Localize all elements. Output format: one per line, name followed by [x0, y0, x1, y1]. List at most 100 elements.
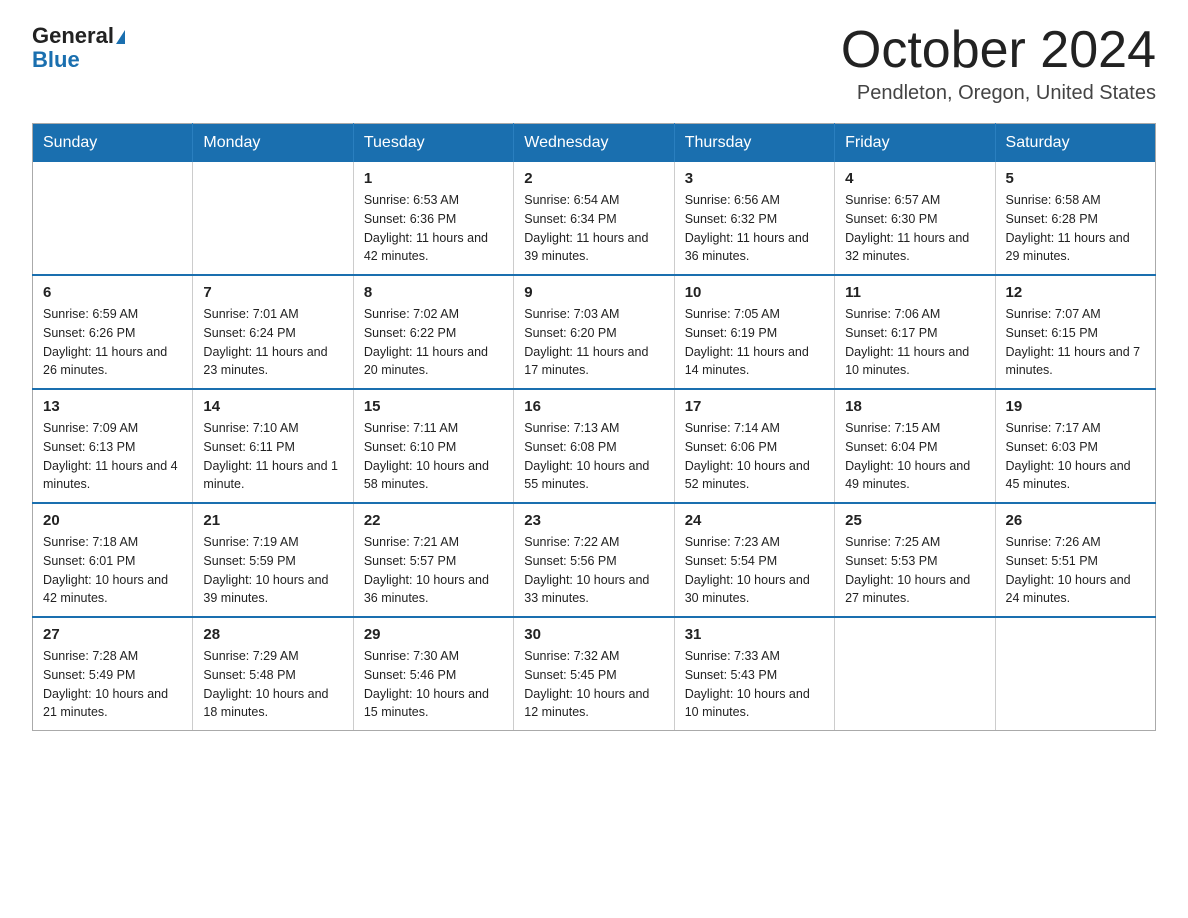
day-info: Sunrise: 6:56 AMSunset: 6:32 PMDaylight:… — [685, 193, 809, 263]
calendar-day-cell: 7Sunrise: 7:01 AMSunset: 6:24 PMDaylight… — [193, 275, 353, 389]
calendar-day-cell: 2 Sunrise: 6:54 AMSunset: 6:34 PMDaylight… — [514, 162, 674, 275]
header-row: SundayMondayTuesdayWednesdayThursdayFrid… — [33, 124, 1156, 163]
calendar-day-cell: 29Sunrise: 7:30 AMSunset: 5:46 PMDayligh… — [353, 617, 513, 731]
day-info: Sunrise: 6:57 AMSunset: 6:30 PMDaylight:… — [845, 193, 969, 263]
day-number: 23 — [524, 512, 663, 529]
day-info: Sunrise: 7:25 AMSunset: 5:53 PMDaylight:… — [845, 535, 970, 605]
day-number: 1 — [364, 170, 503, 187]
day-info: Sunrise: 7:19 AMSunset: 5:59 PMDaylight:… — [203, 535, 328, 605]
day-number: 15 — [364, 398, 503, 415]
calendar-day-cell: 4Sunrise: 6:57 AMSunset: 6:30 PMDaylight… — [835, 162, 995, 275]
day-info: Sunrise: 6:58 AMSunset: 6:28 PMDaylight:… — [1006, 193, 1130, 263]
logo-blue-text: Blue — [32, 47, 80, 72]
day-info: Sunrise: 7:11 AMSunset: 6:10 PMDaylight:… — [364, 421, 489, 491]
calendar-day-cell: 3 Sunrise: 6:56 AMSunset: 6:32 PMDaylight… — [674, 162, 834, 275]
calendar-day-cell: 23 Sunrise: 7:22 AMSunset: 5:56 PMDayligh… — [514, 503, 674, 617]
calendar-day-cell: 25Sunrise: 7:25 AMSunset: 5:53 PMDayligh… — [835, 503, 995, 617]
day-info: Sunrise: 7:21 AMSunset: 5:57 PMDaylight:… — [364, 535, 489, 605]
day-number: 22 — [364, 512, 503, 529]
calendar-day-cell: 19 Sunrise: 7:17 AMSunset: 6:03 PMDayligh… — [995, 389, 1155, 503]
calendar-day-cell: 27 Sunrise: 7:28 AMSunset: 5:49 PMDayligh… — [33, 617, 193, 731]
title-area: October 2024 Pendleton, Oregon, United S… — [841, 24, 1156, 105]
day-info: Sunrise: 7:28 AMSunset: 5:49 PMDaylight:… — [43, 649, 168, 719]
day-info: Sunrise: 6:53 AMSunset: 6:36 PMDaylight:… — [364, 193, 488, 263]
logo-text: GeneralBlue — [32, 23, 125, 72]
day-of-week-header: Wednesday — [514, 124, 674, 163]
calendar-day-cell: 10Sunrise: 7:05 AMSunset: 6:19 PMDayligh… — [674, 275, 834, 389]
calendar-day-cell: 9 Sunrise: 7:03 AMSunset: 6:20 PMDaylight… — [514, 275, 674, 389]
day-number: 18 — [845, 398, 984, 415]
day-info: Sunrise: 7:02 AMSunset: 6:22 PMDaylight:… — [364, 307, 488, 377]
day-of-week-header: Tuesday — [353, 124, 513, 163]
day-info: Sunrise: 7:07 AMSunset: 6:15 PMDaylight:… — [1006, 307, 1141, 377]
day-number: 29 — [364, 626, 503, 643]
day-number: 13 — [43, 398, 182, 415]
day-number: 26 — [1006, 512, 1145, 529]
calendar-day-cell: 26 Sunrise: 7:26 AMSunset: 5:51 PMDayligh… — [995, 503, 1155, 617]
day-number: 20 — [43, 512, 182, 529]
calendar-day-cell: 6Sunrise: 6:59 AMSunset: 6:26 PMDaylight… — [33, 275, 193, 389]
calendar-day-cell: 21Sunrise: 7:19 AMSunset: 5:59 PMDayligh… — [193, 503, 353, 617]
day-info: Sunrise: 7:26 AMSunset: 5:51 PMDaylight:… — [1006, 535, 1131, 605]
day-info: Sunrise: 7:09 AMSunset: 6:13 PMDaylight:… — [43, 421, 178, 491]
day-number: 2 — [524, 170, 663, 187]
logo-area: GeneralBlue — [32, 24, 125, 72]
calendar-day-cell: 5Sunrise: 6:58 AMSunset: 6:28 PMDaylight… — [995, 162, 1155, 275]
calendar-day-cell: 30 Sunrise: 7:32 AMSunset: 5:45 PMDayligh… — [514, 617, 674, 731]
day-of-week-header: Saturday — [995, 124, 1155, 163]
calendar-day-cell — [835, 617, 995, 731]
logo: GeneralBlue — [32, 24, 125, 72]
day-info: Sunrise: 7:17 AMSunset: 6:03 PMDaylight:… — [1006, 421, 1131, 491]
day-number: 12 — [1006, 284, 1145, 301]
day-number: 17 — [685, 398, 824, 415]
day-info: Sunrise: 7:32 AMSunset: 5:45 PMDaylight:… — [524, 649, 649, 719]
day-number: 9 — [524, 284, 663, 301]
calendar-day-cell — [193, 162, 353, 275]
calendar-week-row: 1 Sunrise: 6:53 AMSunset: 6:36 PMDaylight… — [33, 162, 1156, 275]
day-info: Sunrise: 7:13 AMSunset: 6:08 PMDaylight:… — [524, 421, 649, 491]
calendar-day-cell: 13 Sunrise: 7:09 AMSunset: 6:13 PMDayligh… — [33, 389, 193, 503]
day-info: Sunrise: 7:14 AMSunset: 6:06 PMDaylight:… — [685, 421, 810, 491]
calendar-day-cell: 31 Sunrise: 7:33 AMSunset: 5:43 PMDayligh… — [674, 617, 834, 731]
calendar-day-cell: 8 Sunrise: 7:02 AMSunset: 6:22 PMDaylight… — [353, 275, 513, 389]
calendar-day-cell: 11 Sunrise: 7:06 AMSunset: 6:17 PMDayligh… — [835, 275, 995, 389]
day-number: 8 — [364, 284, 503, 301]
day-info: Sunrise: 7:22 AMSunset: 5:56 PMDaylight:… — [524, 535, 649, 605]
day-number: 11 — [845, 284, 984, 301]
calendar-day-cell: 28Sunrise: 7:29 AMSunset: 5:48 PMDayligh… — [193, 617, 353, 731]
day-number: 24 — [685, 512, 824, 529]
calendar-day-cell: 18 Sunrise: 7:15 AMSunset: 6:04 PMDayligh… — [835, 389, 995, 503]
calendar-week-row: 13 Sunrise: 7:09 AMSunset: 6:13 PMDayligh… — [33, 389, 1156, 503]
day-info: Sunrise: 7:29 AMSunset: 5:48 PMDaylight:… — [203, 649, 328, 719]
location-text: Pendleton, Oregon, United States — [841, 82, 1156, 105]
calendar-day-cell: 20 Sunrise: 7:18 AMSunset: 6:01 PMDayligh… — [33, 503, 193, 617]
day-info: Sunrise: 7:01 AMSunset: 6:24 PMDaylight:… — [203, 307, 327, 377]
day-of-week-header: Friday — [835, 124, 995, 163]
page-header: GeneralBlue October 2024 Pendleton, Oreg… — [32, 24, 1156, 105]
day-number: 27 — [43, 626, 182, 643]
day-of-week-header: Thursday — [674, 124, 834, 163]
calendar-day-cell: 15 Sunrise: 7:11 AMSunset: 6:10 PMDayligh… — [353, 389, 513, 503]
day-number: 6 — [43, 284, 182, 301]
day-number: 14 — [203, 398, 342, 415]
calendar-day-cell: 12 Sunrise: 7:07 AMSunset: 6:15 PMDayligh… — [995, 275, 1155, 389]
day-info: Sunrise: 7:33 AMSunset: 5:43 PMDaylight:… — [685, 649, 810, 719]
day-info: Sunrise: 7:15 AMSunset: 6:04 PMDaylight:… — [845, 421, 970, 491]
day-number: 31 — [685, 626, 824, 643]
day-info: Sunrise: 7:03 AMSunset: 6:20 PMDaylight:… — [524, 307, 648, 377]
day-number: 3 — [685, 170, 824, 187]
month-title: October 2024 — [841, 24, 1156, 76]
day-info: Sunrise: 6:54 AMSunset: 6:34 PMDaylight:… — [524, 193, 648, 263]
calendar-body: 1 Sunrise: 6:53 AMSunset: 6:36 PMDaylight… — [33, 162, 1156, 731]
calendar-week-row: 27 Sunrise: 7:28 AMSunset: 5:49 PMDayligh… — [33, 617, 1156, 731]
calendar-table: SundayMondayTuesdayWednesdayThursdayFrid… — [32, 123, 1156, 731]
day-info: Sunrise: 7:23 AMSunset: 5:54 PMDaylight:… — [685, 535, 810, 605]
day-number: 16 — [524, 398, 663, 415]
day-number: 19 — [1006, 398, 1145, 415]
calendar-day-cell: 16 Sunrise: 7:13 AMSunset: 6:08 PMDayligh… — [514, 389, 674, 503]
day-info: Sunrise: 7:18 AMSunset: 6:01 PMDaylight:… — [43, 535, 168, 605]
day-info: Sunrise: 7:06 AMSunset: 6:17 PMDaylight:… — [845, 307, 969, 377]
calendar-day-cell: 1 Sunrise: 6:53 AMSunset: 6:36 PMDaylight… — [353, 162, 513, 275]
day-number: 30 — [524, 626, 663, 643]
calendar-day-cell: 22 Sunrise: 7:21 AMSunset: 5:57 PMDayligh… — [353, 503, 513, 617]
